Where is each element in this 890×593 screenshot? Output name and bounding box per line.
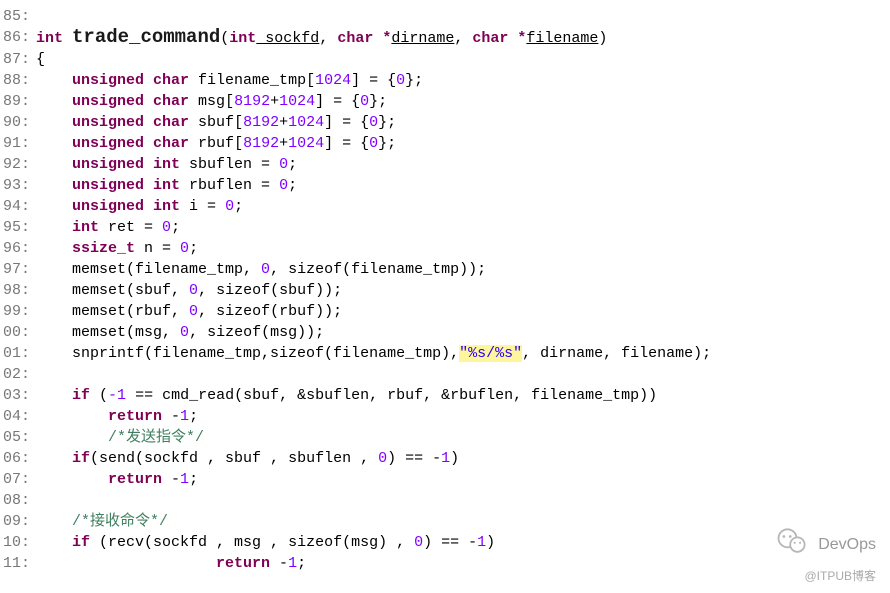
line-number: 00: <box>0 322 36 343</box>
line-number: 88: <box>0 70 36 91</box>
code-line: 95: int ret = 0; <box>0 217 890 238</box>
function-name: trade_command <box>72 26 220 48</box>
comment: /*接收命令*/ <box>72 513 168 530</box>
line-number: 92: <box>0 154 36 175</box>
code-line: 00: memset(msg, 0, sizeof(msg)); <box>0 322 890 343</box>
format-string: "%s/%s" <box>459 345 522 362</box>
code-line: 06: if(send(sockfd , sbuf , sbuflen , 0)… <box>0 448 890 469</box>
comment: /*发送指令*/ <box>108 429 204 446</box>
code-line: 87:{ <box>0 49 890 70</box>
line-number: 94: <box>0 196 36 217</box>
code-line: 91: unsigned char rbuf[8192+1024] = {0}; <box>0 133 890 154</box>
watermark-label: DevOps <box>818 534 876 555</box>
line-number: 90: <box>0 112 36 133</box>
line-number: 87: <box>0 49 36 70</box>
line-number: 03: <box>0 385 36 406</box>
code-line: 08: <box>0 490 890 511</box>
code-line: 98: memset(sbuf, 0, sizeof(sbuf)); <box>0 280 890 301</box>
line-number: 98: <box>0 280 36 301</box>
code-line: 99: memset(rbuf, 0, sizeof(rbuf)); <box>0 301 890 322</box>
wechat-watermark: DevOps <box>774 523 876 565</box>
line-number: 04: <box>0 406 36 427</box>
code-line: 07: return -1; <box>0 469 890 490</box>
line-number: 99: <box>0 301 36 322</box>
line-number: 10: <box>0 532 36 553</box>
line-number: 02: <box>0 364 36 385</box>
line-number: 95: <box>0 217 36 238</box>
code-line: 93: unsigned int rbuflen = 0; <box>0 175 890 196</box>
line-number: 89: <box>0 91 36 112</box>
code-line: 94: unsigned int i = 0; <box>0 196 890 217</box>
line-number: 85: <box>0 6 36 27</box>
line-number: 01: <box>0 343 36 364</box>
code-line: 10: if (recv(sockfd , msg , sizeof(msg) … <box>0 532 890 553</box>
code-line: 02: <box>0 364 890 385</box>
code-line: 89: unsigned char msg[8192+1024] = {0}; <box>0 91 890 112</box>
line-number: 08: <box>0 490 36 511</box>
line-number: 86: <box>0 27 36 49</box>
line-number: 07: <box>0 469 36 490</box>
line-number: 97: <box>0 259 36 280</box>
code-line: 03: if (-1 == cmd_read(sbuf, &sbuflen, r… <box>0 385 890 406</box>
line-number: 06: <box>0 448 36 469</box>
footer-watermark: @ITPUB博客 <box>804 566 876 587</box>
code-line: 86:int trade_command(int sockfd, char *d… <box>0 27 890 49</box>
line-number: 93: <box>0 175 36 196</box>
code-line: 11: return -1; <box>0 553 890 574</box>
wechat-icon <box>774 523 810 565</box>
code-line: 88: unsigned char filename_tmp[1024] = {… <box>0 70 890 91</box>
code-line: 96: ssize_t n = 0; <box>0 238 890 259</box>
line-number: 96: <box>0 238 36 259</box>
line-number: 05: <box>0 427 36 448</box>
line-number: 91: <box>0 133 36 154</box>
code-line: 01: snprintf(filename_tmp,sizeof(filenam… <box>0 343 890 364</box>
code-line: 04: return -1; <box>0 406 890 427</box>
code-line: 92: unsigned int sbuflen = 0; <box>0 154 890 175</box>
code-line: 05: /*发送指令*/ <box>0 427 890 448</box>
code-line: 97: memset(filename_tmp, 0, sizeof(filen… <box>0 259 890 280</box>
code-line: 90: unsigned char sbuf[8192+1024] = {0}; <box>0 112 890 133</box>
code-line: 85: <box>0 6 890 27</box>
line-number: 09: <box>0 511 36 532</box>
line-number: 11: <box>0 553 36 574</box>
code-line: 09: /*接收命令*/ <box>0 511 890 532</box>
code-editor: 85: 86:int trade_command(int sockfd, cha… <box>0 0 890 574</box>
